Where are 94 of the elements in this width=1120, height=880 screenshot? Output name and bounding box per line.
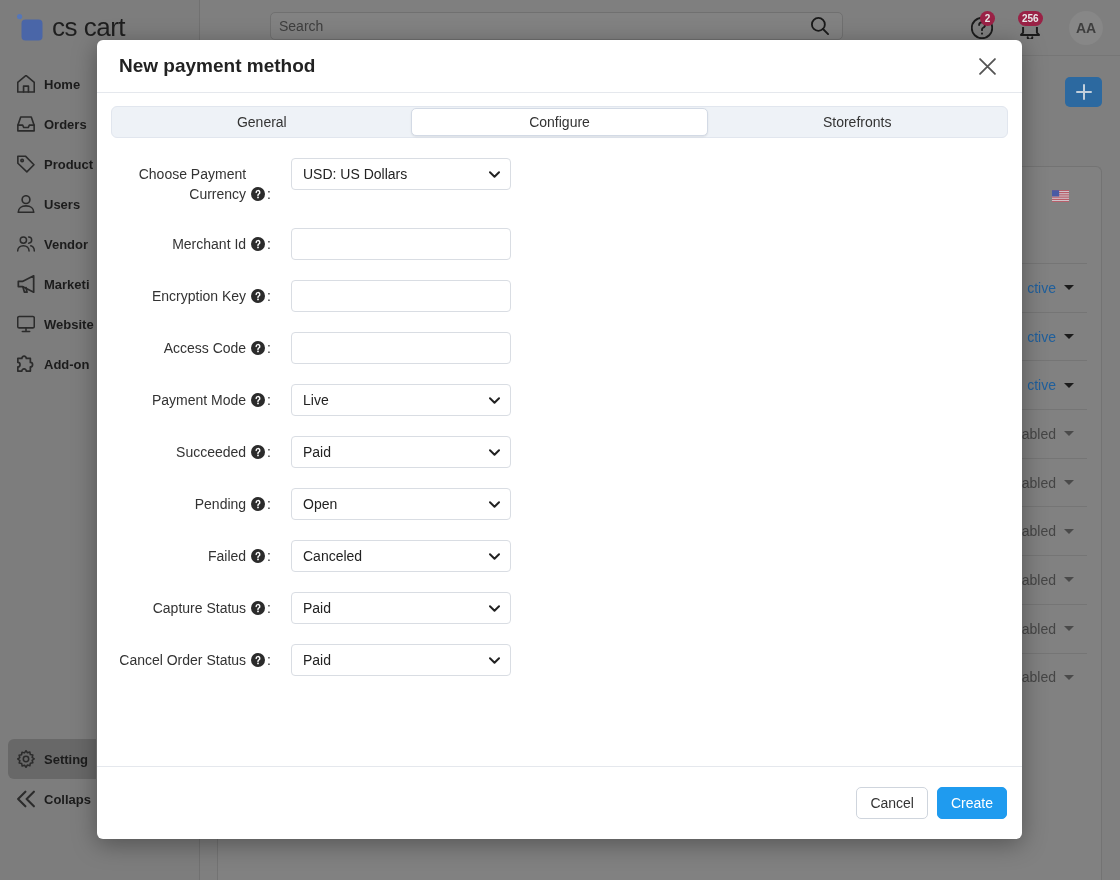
- search-field[interactable]: Search: [270, 11, 843, 40]
- input-field[interactable]: [291, 332, 511, 364]
- label-colon: :: [267, 288, 271, 304]
- close-icon[interactable]: [979, 57, 996, 75]
- chevron-down-icon: [489, 170, 500, 178]
- users-icon: [17, 235, 35, 253]
- caret-icon: [1064, 480, 1074, 486]
- dropdown[interactable]: Paid: [291, 592, 511, 624]
- caret-icon: [1064, 528, 1074, 534]
- user-icon: [17, 195, 35, 213]
- caret-icon: [1064, 431, 1074, 437]
- dropdown[interactable]: Canceled: [291, 540, 511, 572]
- search-icon[interactable]: [811, 16, 829, 35]
- count-badge: 256: [1018, 10, 1043, 26]
- field-label: Payment Mode: [151, 391, 247, 410]
- gear-icon: [17, 750, 35, 768]
- cancel-button[interactable]: Cancel: [856, 787, 928, 819]
- tab[interactable]: Configure: [410, 108, 709, 136]
- chevron-down-icon: [489, 552, 500, 560]
- help-icon[interactable]: [251, 653, 266, 667]
- dropdown[interactable]: Open: [291, 488, 511, 520]
- flag-icon: [1052, 190, 1069, 202]
- create-button[interactable]: Create: [936, 787, 1007, 819]
- label-colon: :: [267, 600, 271, 616]
- chevron-down-icon: [489, 500, 500, 508]
- nav-item[interactable]: Collaps: [8, 779, 99, 819]
- field-label: Succeeded: [176, 443, 247, 462]
- tab[interactable]: Storefronts: [708, 108, 1006, 136]
- caret-icon: [1064, 626, 1074, 632]
- double-chevron-left-icon: [17, 790, 35, 808]
- plus-icon: [1075, 84, 1092, 100]
- label-colon: :: [267, 186, 271, 202]
- add-button[interactable]: [1065, 77, 1102, 107]
- bell-icon[interactable]: [1019, 26, 1041, 39]
- chevron-down-icon: [489, 604, 500, 612]
- field-label: Cancel Order Status: [119, 651, 247, 670]
- tab[interactable]: General: [113, 108, 411, 136]
- help-icon[interactable]: [251, 341, 266, 355]
- monitor-icon: [17, 315, 35, 333]
- nav-item[interactable]: Setting: [8, 739, 97, 779]
- dropdown[interactable]: Paid: [291, 436, 511, 468]
- label-colon: :: [267, 496, 271, 512]
- field-label: Merchant Id: [172, 235, 247, 254]
- caret-icon: [1064, 382, 1074, 388]
- help-icon[interactable]: [251, 393, 266, 407]
- count-badge: 2: [980, 10, 995, 26]
- help-icon[interactable]: [251, 549, 266, 563]
- chevron-down-icon: [489, 396, 500, 404]
- label-colon: :: [267, 652, 271, 668]
- help-icon[interactable]: [251, 289, 266, 303]
- label-colon: :: [267, 548, 271, 564]
- nav-item[interactable]: Vendor: [8, 224, 97, 264]
- input-field[interactable]: [291, 228, 511, 260]
- logo-text: cs cart: [52, 12, 126, 42]
- chevron-down-icon: [489, 448, 500, 456]
- megaphone-icon: [17, 275, 35, 293]
- field-label: Capture Status: [152, 599, 247, 618]
- label-colon: :: [267, 444, 271, 460]
- dropdown[interactable]: USD: US Dollars: [291, 158, 511, 190]
- help-icon[interactable]: [251, 445, 266, 459]
- nav-item[interactable]: Users: [8, 184, 89, 224]
- caret-icon: [1064, 334, 1074, 340]
- nav-item[interactable]: Home: [8, 64, 89, 104]
- tag-icon: [17, 155, 35, 173]
- nav-item[interactable]: Orders: [8, 104, 95, 144]
- input-field[interactable]: [291, 280, 511, 312]
- caret-icon: [1064, 577, 1074, 583]
- field-label: Pending: [194, 495, 247, 514]
- help-icon[interactable]: [251, 187, 266, 201]
- dropdown[interactable]: Paid: [291, 644, 511, 676]
- label-colon: :: [267, 340, 271, 356]
- help-icon[interactable]: [251, 497, 266, 511]
- nav-item[interactable]: Product: [8, 144, 102, 184]
- logo-icon: [17, 13, 43, 41]
- nav-item[interactable]: Website: [8, 304, 102, 344]
- puzzle-icon: [17, 355, 35, 373]
- nav-item[interactable]: Add-on: [8, 344, 98, 384]
- caret-icon: [1064, 674, 1074, 680]
- avatar[interactable]: AA: [1069, 10, 1103, 45]
- chevron-down-icon: [489, 656, 500, 664]
- nav-item[interactable]: Marketi: [8, 264, 98, 304]
- field-label: Choose Payment Currency: [137, 165, 247, 204]
- dropdown[interactable]: Live: [291, 384, 511, 416]
- home-icon: [17, 75, 35, 93]
- inbox-icon: [17, 115, 35, 133]
- field-label: Access Code: [163, 339, 247, 358]
- label-colon: :: [267, 236, 271, 252]
- dialog-title: New payment method: [119, 55, 316, 77]
- label-colon: :: [267, 392, 271, 408]
- field-label: Encryption Key: [151, 287, 247, 306]
- help-icon[interactable]: [251, 237, 266, 251]
- caret-icon: [1064, 285, 1074, 291]
- field-label: Failed: [207, 547, 247, 566]
- help-icon[interactable]: [251, 601, 266, 615]
